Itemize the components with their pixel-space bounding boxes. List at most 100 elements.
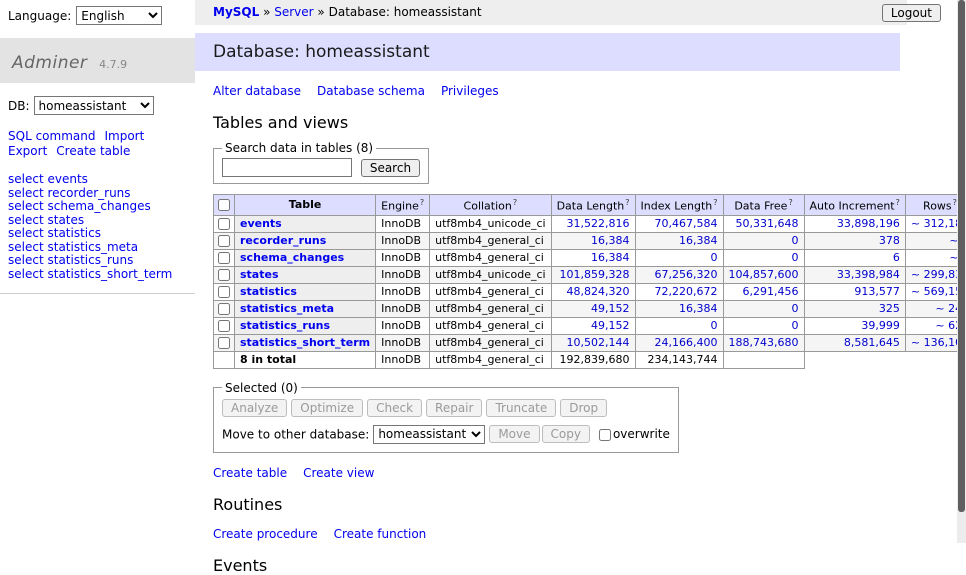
scrollbar-thumb[interactable] <box>958 0 965 512</box>
engine-cell: InnoDB <box>376 215 430 232</box>
table-row: statesInnoDButf8mb4_unicode_ci101,859,32… <box>214 266 966 283</box>
routine-links-item[interactable]: Create function <box>334 527 427 541</box>
table-select-link[interactable]: select <box>8 267 44 281</box>
help-icon[interactable]: ? <box>896 198 900 207</box>
create-links-item[interactable]: Create table <box>213 466 287 480</box>
collation-cell: utf8mb4_general_ci <box>430 249 551 266</box>
db-links-item[interactable]: Database schema <box>317 84 425 98</box>
selected-action-button[interactable]: Drop <box>560 399 607 417</box>
auto-increment-cell: 378 <box>804 232 905 249</box>
row-checkbox[interactable] <box>218 235 230 247</box>
table-name-cell: events <box>235 215 376 232</box>
create-links-item[interactable]: Create view <box>303 466 374 480</box>
table-select-link[interactable]: select <box>8 186 44 200</box>
help-icon[interactable]: ? <box>513 198 517 207</box>
table-select-link[interactable]: select <box>8 199 44 213</box>
app-logo: Adminer 4.7.9 <box>0 38 195 83</box>
sidebar-table-item: select events <box>8 173 195 187</box>
sidebar-table-link[interactable]: statistics <box>47 226 101 240</box>
help-icon[interactable]: ? <box>625 198 629 207</box>
table-link[interactable]: events <box>240 217 282 230</box>
search-button[interactable]: Search <box>361 159 420 177</box>
data-free-cell: 6,291,456 <box>723 283 804 300</box>
language-select[interactable]: English <box>76 6 162 25</box>
breadcrumb-link[interactable]: Server <box>274 5 313 19</box>
select-all-checkbox[interactable] <box>218 199 230 211</box>
move-db-select[interactable]: homeassistant <box>373 425 485 444</box>
table-link[interactable]: schema_changes <box>240 251 344 264</box>
row-checkbox[interactable] <box>218 218 230 230</box>
logout-button[interactable]: Logout <box>882 4 941 22</box>
app-version[interactable]: 4.7.9 <box>99 58 127 71</box>
db-links-item[interactable]: Privileges <box>441 84 499 98</box>
table-select-link[interactable]: select <box>8 240 44 254</box>
db-links-item[interactable]: Alter database <box>213 84 301 98</box>
breadcrumb-link[interactable]: MySQL <box>213 5 259 19</box>
help-icon[interactable]: ? <box>420 198 424 207</box>
sidebar-table-link[interactable]: recorder_runs <box>47 186 130 200</box>
table-select-link[interactable]: select <box>8 253 44 267</box>
table-link[interactable]: statistics <box>240 285 297 298</box>
total-collation-cell: utf8mb4_general_ci <box>430 351 551 368</box>
sidebar-table-link[interactable]: states <box>47 213 84 227</box>
data-free-cell: 0 <box>723 300 804 317</box>
table-link[interactable]: statistics_meta <box>240 302 334 315</box>
table-select-link[interactable]: select <box>8 226 44 240</box>
row-checkbox[interactable] <box>218 303 230 315</box>
selected-action-button[interactable]: Repair <box>426 399 482 417</box>
column-header-0: Table <box>235 195 376 216</box>
help-icon[interactable]: ? <box>788 198 792 207</box>
table-name-cell: statistics <box>235 283 376 300</box>
table-select-link[interactable]: select <box>8 172 44 186</box>
sidebar-table-item: select statistics_runs <box>8 254 195 268</box>
scrollbar[interactable] <box>957 0 966 543</box>
sidebar-action-link[interactable]: Import <box>104 129 144 143</box>
db-selector: DB:homeassistant <box>0 83 195 119</box>
table-link[interactable]: statistics_runs <box>240 319 330 332</box>
total-engine-cell: InnoDB <box>376 351 430 368</box>
search-input[interactable] <box>222 158 352 177</box>
row-checkbox[interactable] <box>218 337 230 349</box>
sidebar-table-item: select schema_changes <box>8 200 195 214</box>
selected-action-button[interactable]: Analyze <box>222 399 287 417</box>
table-select-link[interactable]: select <box>8 213 44 227</box>
db-select[interactable]: homeassistant <box>34 96 154 115</box>
table-link[interactable]: states <box>240 268 279 281</box>
sidebar-table-link[interactable]: statistics_meta <box>47 240 138 254</box>
sidebar: Language:English Adminer 4.7.9 DB:homeas… <box>0 0 195 543</box>
sidebar-action-link[interactable]: Export <box>8 144 47 158</box>
sidebar-table-link[interactable]: schema_changes <box>47 199 150 213</box>
table-row: statistics_short_termInnoDButf8mb4_gener… <box>214 334 966 351</box>
total-index-length-cell: 234,143,744 <box>635 351 723 368</box>
selected-action-button[interactable]: Truncate <box>486 399 556 417</box>
create-links: Create table Create view <box>213 466 957 480</box>
row-checkbox[interactable] <box>218 252 230 264</box>
table-row: recorder_runsInnoDButf8mb4_general_ci16,… <box>214 232 966 249</box>
selected-action-button[interactable]: Optimize <box>291 399 363 417</box>
row-checkbox[interactable] <box>218 286 230 298</box>
move-button[interactable]: Move <box>489 425 539 443</box>
table-link[interactable]: recorder_runs <box>240 234 326 247</box>
table-row: statistics_runsInnoDButf8mb4_general_ci4… <box>214 317 966 334</box>
overwrite-checkbox[interactable] <box>599 429 611 441</box>
main-area: MySQL » Server » Database: homeassistant… <box>195 0 957 543</box>
selected-action-button[interactable]: Check <box>367 399 422 417</box>
collation-cell: utf8mb4_unicode_ci <box>430 215 551 232</box>
sidebar-table-link[interactable]: events <box>47 172 87 186</box>
selected-buttons: AnalyzeOptimizeCheckRepairTruncateDrop <box>222 399 670 417</box>
sidebar-action-link[interactable]: SQL command <box>8 129 95 143</box>
events-heading: Events <box>213 556 957 575</box>
table-link[interactable]: statistics_short_term <box>240 336 370 349</box>
sidebar-table-link[interactable]: statistics_short_term <box>47 267 172 281</box>
sidebar-table-link[interactable]: statistics_runs <box>47 253 133 267</box>
total-row: 8 in totalInnoDButf8mb4_general_ci192,83… <box>214 351 966 368</box>
total-data-length-cell: 192,839,680 <box>551 351 635 368</box>
copy-button[interactable]: Copy <box>542 425 590 443</box>
row-checkbox[interactable] <box>218 320 230 332</box>
column-header-1: Engine? <box>376 195 430 216</box>
help-icon[interactable]: ? <box>713 198 717 207</box>
sidebar-action-link[interactable]: Create table <box>56 144 130 158</box>
row-checkbox[interactable] <box>218 269 230 281</box>
routine-links-item[interactable]: Create procedure <box>213 527 318 541</box>
total-label-cell: 8 in total <box>235 351 376 368</box>
